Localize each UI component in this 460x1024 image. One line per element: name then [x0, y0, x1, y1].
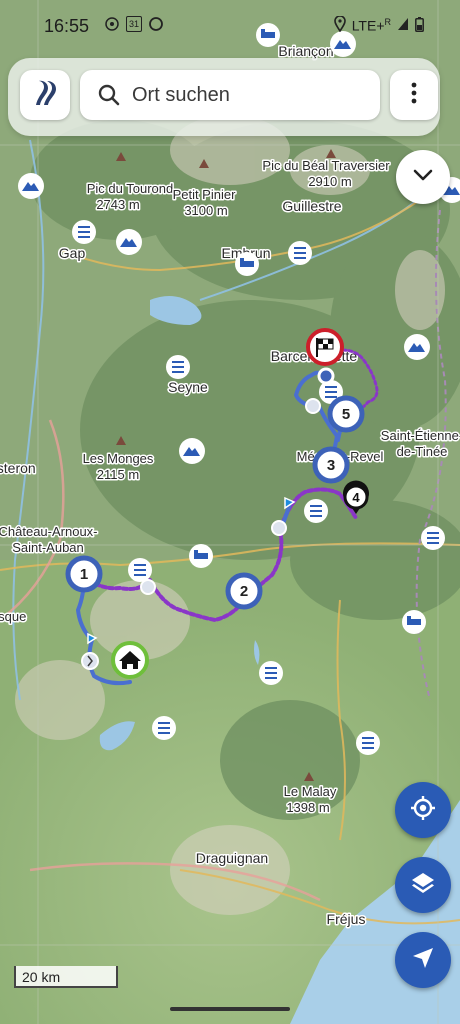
waypoint-marker-2[interactable]: 2 [225, 572, 263, 610]
mountain-poi-icon[interactable] [18, 173, 44, 199]
info-poi-icon[interactable] [356, 731, 380, 755]
route-marker-icon [81, 652, 99, 670]
notification-icon [104, 16, 120, 35]
search-icon [98, 84, 120, 106]
waypoint-number: 1 [80, 566, 88, 583]
peak-label: Le Malay [284, 784, 337, 799]
place-label: Manosque [0, 609, 26, 624]
place-label: Draguignan [196, 850, 268, 866]
chevron-down-icon [412, 168, 434, 187]
route-marker-icon [271, 520, 287, 536]
calendar-icon: 31 [126, 16, 142, 32]
home-marker[interactable] [111, 641, 149, 679]
circle-icon [148, 16, 164, 35]
navigate-button[interactable] [395, 932, 451, 988]
more-vertical-icon [411, 82, 417, 109]
expand-toggle-button[interactable] [396, 150, 450, 204]
map-scale-bar: 20 km [14, 966, 118, 988]
info-poi-icon[interactable] [259, 661, 283, 685]
route-marker-icon [140, 579, 156, 595]
info-poi-icon[interactable] [304, 499, 328, 523]
gesture-nav-handle[interactable] [170, 1007, 290, 1011]
peak-label: Les Monges [83, 451, 154, 466]
place-label: Saint-Auban [12, 540, 84, 555]
info-poi-icon[interactable] [288, 241, 312, 265]
peak-elevation-label: 1398 m [286, 800, 329, 815]
more-options-button[interactable] [390, 70, 438, 120]
waypoint-number: 4 [352, 490, 360, 505]
place-label: Sisteron [0, 460, 36, 476]
top-search-bar [8, 58, 440, 136]
peak-label: Pic du Tourond [87, 181, 174, 196]
hotel-icon[interactable] [402, 610, 426, 634]
hotel-icon[interactable] [235, 252, 259, 276]
info-poi-icon[interactable] [128, 558, 152, 582]
peak-elevation-label: 2910 m [308, 174, 351, 189]
place-label: Seyne [168, 379, 208, 395]
place-label: Fréjus [327, 911, 366, 927]
status-bar: 16:55 31 LTE+R [0, 0, 460, 50]
battery-icon [415, 16, 424, 35]
place-label: Guillestre [282, 198, 341, 214]
roaming-indicator: R [384, 17, 392, 28]
waypoint-marker-3[interactable]: 3 [312, 446, 350, 484]
waypoint-number: 3 [327, 457, 335, 474]
network-type: LTE+R [352, 17, 391, 34]
scale-label: 20 km [22, 969, 61, 985]
network-type-label: LTE+ [351, 17, 385, 34]
app: Briançon Pic du Béal Traversier 2910 m P… [0, 0, 460, 1024]
search-input[interactable] [130, 82, 374, 108]
peak-elevation-label: 2115 m [97, 467, 139, 482]
status-left-icons: 31 [104, 16, 164, 35]
my-location-button[interactable] [395, 782, 451, 838]
route-marker-icon [305, 398, 321, 414]
info-poi-icon[interactable] [152, 716, 176, 740]
waypoint-number: 2 [240, 583, 248, 600]
info-poi-icon[interactable] [421, 526, 445, 550]
hotel-icon[interactable] [189, 544, 213, 568]
signal-icon [397, 17, 409, 34]
waypoint-marker-1[interactable]: 1 [65, 555, 103, 593]
waypoint-number: 5 [342, 406, 350, 423]
peak-elevation-label: 3100 m [184, 203, 227, 218]
place-label: Saint-Étienne- [381, 428, 460, 443]
info-poi-icon[interactable] [72, 220, 96, 244]
status-right-icons: LTE+R [333, 15, 424, 35]
app-logo-icon [30, 78, 60, 113]
place-label: de-Tinée [397, 444, 448, 459]
peak-label: Pic du Béal Traversier [262, 158, 390, 173]
place-label: Gap [59, 245, 86, 261]
info-poi-icon[interactable] [166, 355, 190, 379]
status-time: 16:55 [44, 16, 90, 36]
waypoint-marker-5[interactable]: 5 [327, 395, 365, 433]
navigation-arrow-icon [410, 945, 436, 976]
map-view[interactable]: Briançon Pic du Béal Traversier 2910 m P… [0, 0, 460, 1024]
layers-icon [409, 869, 437, 902]
place-label: Château-Arnoux- [0, 524, 98, 539]
search-box[interactable] [80, 70, 380, 120]
mountain-poi-icon[interactable] [116, 229, 142, 255]
map-layers-button[interactable] [395, 857, 451, 913]
crosshair-icon [409, 794, 437, 827]
peak-elevation-label: 2743 m [96, 197, 139, 212]
peak-label: Petit Pinier [173, 187, 237, 202]
location-icon [333, 15, 346, 35]
mountain-poi-icon[interactable] [179, 438, 205, 464]
mountain-poi-icon[interactable] [404, 334, 430, 360]
app-logo-button[interactable] [20, 70, 70, 120]
